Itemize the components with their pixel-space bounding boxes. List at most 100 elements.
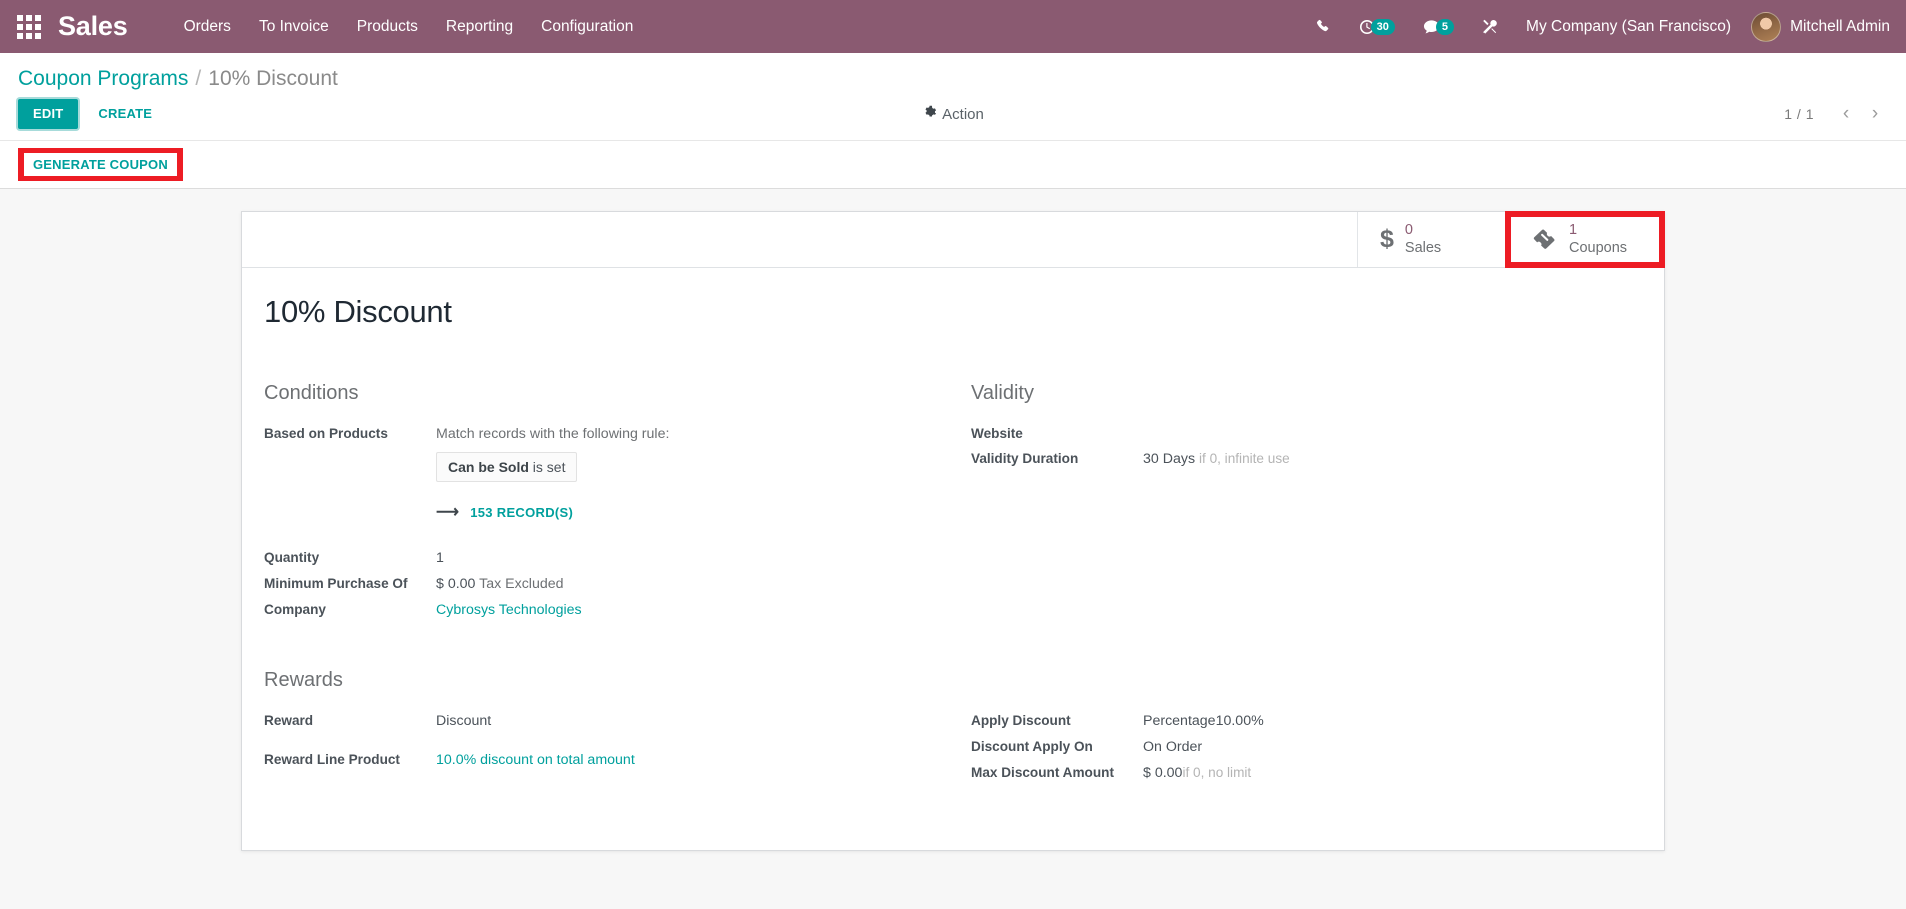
- menu-item-reporting[interactable]: Reporting: [432, 0, 527, 53]
- label-minimum-purchase: Minimum Purchase Of: [264, 576, 408, 591]
- stat-button-box: $ 0 Sales 1 Coupons: [242, 211, 1665, 268]
- domain-intro: Match records with the following rule:: [436, 426, 670, 442]
- action-menu-button[interactable]: Action: [922, 105, 984, 123]
- breadcrumb-root-coupon-programs[interactable]: Coupon Programs: [18, 67, 188, 91]
- gear-icon: [922, 105, 937, 123]
- label-discount-apply-on: Discount Apply On: [971, 739, 1093, 754]
- field-row-max-discount-amount: Max Discount Amount $ 0.00if 0, no limit: [971, 760, 1642, 786]
- pager-count: 1 / 1: [1784, 106, 1814, 122]
- stat-button-coupons[interactable]: 1 Coupons: [1511, 217, 1659, 262]
- top-groups: Conditions Based on Products Match recor…: [264, 382, 1642, 623]
- form-body: 10% Discount Conditions Based on Product…: [242, 268, 1664, 820]
- domain-field-name: Can be Sold: [448, 459, 529, 475]
- ticket-coupon-icon: [1531, 229, 1558, 251]
- page-title: 10% Discount: [264, 294, 452, 329]
- value-apply-discount: Percentage10.00%: [1143, 708, 1642, 734]
- conditions-title: Conditions: [264, 382, 359, 404]
- edit-button[interactable]: EDIT: [18, 99, 79, 129]
- label-quantity: Quantity: [264, 550, 320, 565]
- navbar-systray: 30 5 My Company (San Francisco) Mitchell…: [1302, 0, 1906, 53]
- field-row-company: Company Cybrosys Technologies: [264, 597, 935, 623]
- chevron-left-icon[interactable]: ‹: [1833, 101, 1859, 127]
- record-toolbar: EDIT CREATE Action 1 / 1 ‹ ›: [0, 93, 1906, 140]
- minimum-purchase-amount: $ 0.00: [436, 576, 476, 592]
- domain-rule-chip[interactable]: Can be Sold is set: [436, 452, 578, 482]
- user-name: Mitchell Admin: [1790, 17, 1890, 35]
- menu-item-configuration[interactable]: Configuration: [527, 0, 647, 53]
- spacer: [264, 527, 935, 545]
- label-website: Website: [971, 426, 1023, 441]
- field-row-discount-apply-on: Discount Apply On On Order: [971, 734, 1642, 760]
- label-based-on-products: Based on Products: [264, 426, 388, 441]
- label-max-discount-amount: Max Discount Amount: [971, 765, 1114, 780]
- rewards-title: Rewards: [264, 669, 343, 691]
- minimum-purchase-note: Tax Excluded: [479, 576, 564, 592]
- conditions-fields: Based on Products Match records with the…: [264, 421, 935, 623]
- stat-coupons-value: 1: [1569, 222, 1578, 239]
- breadcrumb-separator: /: [195, 67, 202, 90]
- messages-menu[interactable]: 5: [1409, 0, 1468, 53]
- max-discount-amount: $ 0.00: [1143, 765, 1183, 781]
- field-row-quantity: Quantity 1: [264, 545, 935, 571]
- group-conditions: Conditions Based on Products Match recor…: [264, 382, 935, 623]
- value-max-discount-amount: $ 0.00if 0, no limit: [1143, 760, 1642, 786]
- action-label: Action: [942, 105, 984, 123]
- validity-duration-amount: 30 Days: [1143, 451, 1196, 467]
- field-row-reward: Reward Discount: [264, 708, 935, 747]
- value-reward-line-product[interactable]: 10.0% discount on total amount: [436, 747, 935, 786]
- apply-discount-amount: 10.00%: [1215, 713, 1264, 729]
- generate-coupon-highlight: GENERATE COUPON: [18, 148, 183, 181]
- activities-menu[interactable]: 30: [1345, 0, 1409, 53]
- breadcrumb: Coupon Programs / 10% Discount: [0, 53, 1906, 93]
- coupons-stat-highlight: 1 Coupons: [1505, 211, 1665, 268]
- validity-fields: Website Validity Duration 30 Days if 0, …: [971, 421, 1642, 472]
- phone-icon[interactable]: [1302, 0, 1345, 53]
- value-quantity: 1: [436, 550, 444, 566]
- label-company: Company: [264, 602, 326, 617]
- value-minimum-purchase: $ 0.00 Tax Excluded: [436, 571, 935, 597]
- main-menu: Orders To Invoice Products Reporting Con…: [170, 0, 648, 53]
- apply-discount-type: Percentage: [1143, 713, 1216, 729]
- field-row-reward-line-product: Reward Line Product 10.0% discount on to…: [264, 747, 935, 786]
- control-panel: Coupon Programs / 10% Discount EDIT CREA…: [0, 53, 1906, 189]
- app-brand-sales[interactable]: Sales: [58, 13, 128, 40]
- record-buttons-bar: GENERATE COUPON: [0, 140, 1906, 189]
- stat-button-sales[interactable]: $ 0 Sales: [1357, 212, 1505, 267]
- field-row-validity-duration: Validity Duration 30 Days if 0, infinite…: [971, 446, 1642, 472]
- menu-item-products[interactable]: Products: [343, 0, 432, 53]
- apps-grid-icon: [17, 14, 41, 39]
- value-company[interactable]: Cybrosys Technologies: [436, 597, 935, 623]
- field-row-minimum-purchase: Minimum Purchase Of $ 0.00 Tax Excluded: [264, 571, 935, 597]
- form-sheet: $ 0 Sales 1 Coupons 10% Discount Conditi…: [241, 211, 1665, 851]
- domain-operator: is set: [532, 459, 566, 475]
- generate-coupon-button[interactable]: GENERATE COUPON: [24, 153, 177, 176]
- create-button[interactable]: CREATE: [84, 100, 166, 128]
- rewards-section: Rewards Reward Discount Reward Line Prod…: [264, 669, 1642, 786]
- company-switcher[interactable]: My Company (San Francisco): [1512, 0, 1745, 53]
- value-validity-duration: 30 Days if 0, infinite use: [1143, 446, 1642, 472]
- menu-item-orders[interactable]: Orders: [170, 0, 245, 53]
- max-discount-note: if 0, no limit: [1182, 765, 1252, 780]
- menu-item-to-invoice[interactable]: To Invoice: [245, 0, 343, 53]
- chevron-right-icon[interactable]: ›: [1862, 101, 1888, 127]
- messages-badge: 5: [1435, 18, 1455, 35]
- arrow-right-icon: ⟶: [436, 504, 460, 521]
- label-reward: Reward: [264, 713, 314, 728]
- label-validity-duration: Validity Duration: [971, 451, 1079, 466]
- domain-records-link[interactable]: ⟶ 153 RECORD(S): [436, 502, 935, 522]
- value-website[interactable]: [1143, 421, 1642, 446]
- debug-tools-icon[interactable]: [1468, 0, 1512, 53]
- rewards-left-fields: Reward Discount Reward Line Product 10.0…: [264, 708, 935, 786]
- apps-menu-button[interactable]: [0, 0, 58, 53]
- stat-sales-label: Sales: [1404, 239, 1442, 256]
- field-row-website: Website: [971, 421, 1642, 446]
- stat-sales-value: 0: [1404, 222, 1413, 239]
- stat-coupons-label: Coupons: [1569, 239, 1628, 256]
- activities-badge: 30: [1370, 18, 1395, 35]
- top-navbar: Sales Orders To Invoice Products Reporti…: [0, 0, 1906, 53]
- value-based-on-products: Match records with the following rule: C…: [436, 421, 935, 527]
- rewards-right-fields: Apply Discount Percentage10.00% Discount…: [971, 708, 1642, 786]
- breadcrumb-current-record: 10% Discount: [208, 67, 338, 90]
- user-menu[interactable]: Mitchell Admin: [1745, 11, 1890, 42]
- rewards-groups: Reward Discount Reward Line Product 10.0…: [264, 708, 1642, 786]
